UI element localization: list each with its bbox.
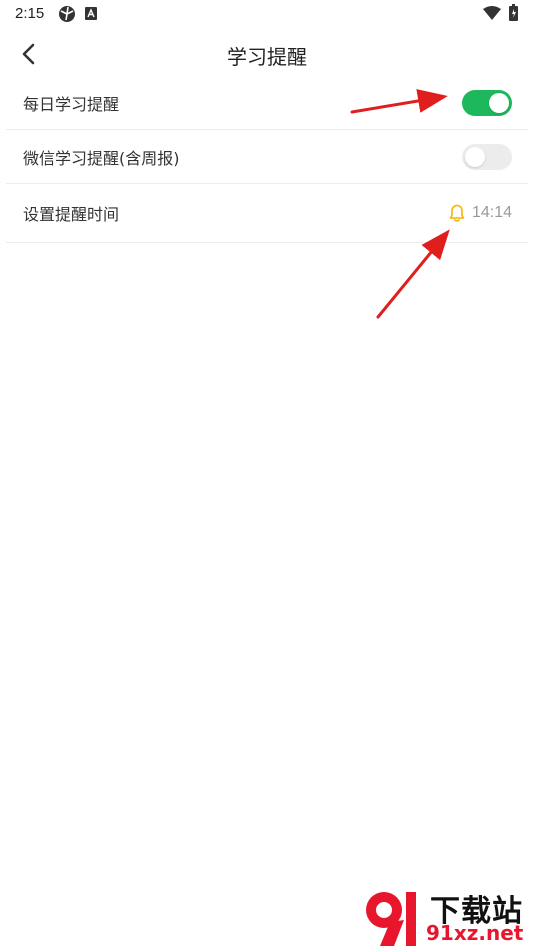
reminder-time-value[interactable]: 14:14 xyxy=(447,203,512,223)
wechat-reminder-label: 微信学习提醒(含周报) xyxy=(23,148,180,168)
settings-list: 每日学习提醒 微信学习提醒(含周报) 设置提醒时间 14:14 xyxy=(0,76,534,243)
annotation-arrow-time xyxy=(376,229,450,319)
wifi-icon xyxy=(483,6,501,20)
a-icon xyxy=(85,7,97,20)
watermark-logo xyxy=(366,892,416,946)
screen: 2:15 学习提醒 每日学习提醒 微信学习提醒(含周报) 设置提醒时间 14:1… xyxy=(0,0,534,950)
wechat-reminder-row: 微信学习提醒(含周报) xyxy=(6,130,528,184)
wechat-reminder-toggle[interactable] xyxy=(462,143,512,170)
ball-icon xyxy=(59,6,75,22)
toggle-knob xyxy=(465,146,485,167)
reminder-time-text: 14:14 xyxy=(471,204,512,221)
watermark-url: 91xz.net xyxy=(426,921,524,945)
toggle-knob xyxy=(489,92,509,113)
header: 学习提醒 xyxy=(0,30,534,78)
status-time: 2:15 xyxy=(15,5,45,22)
daily-reminder-toggle[interactable] xyxy=(462,89,512,116)
status-bar: 2:15 xyxy=(0,0,534,28)
battery-icon xyxy=(509,4,518,21)
reminder-time-row[interactable]: 设置提醒时间 14:14 xyxy=(6,184,528,243)
reminder-time-label: 设置提醒时间 xyxy=(23,205,120,224)
watermark: 下载站 91xz.net xyxy=(360,884,530,948)
page-title: 学习提醒 xyxy=(227,45,307,69)
bell-icon xyxy=(449,204,465,222)
daily-reminder-label: 每日学习提醒 xyxy=(23,94,120,114)
daily-reminder-row: 每日学习提醒 xyxy=(6,76,528,130)
